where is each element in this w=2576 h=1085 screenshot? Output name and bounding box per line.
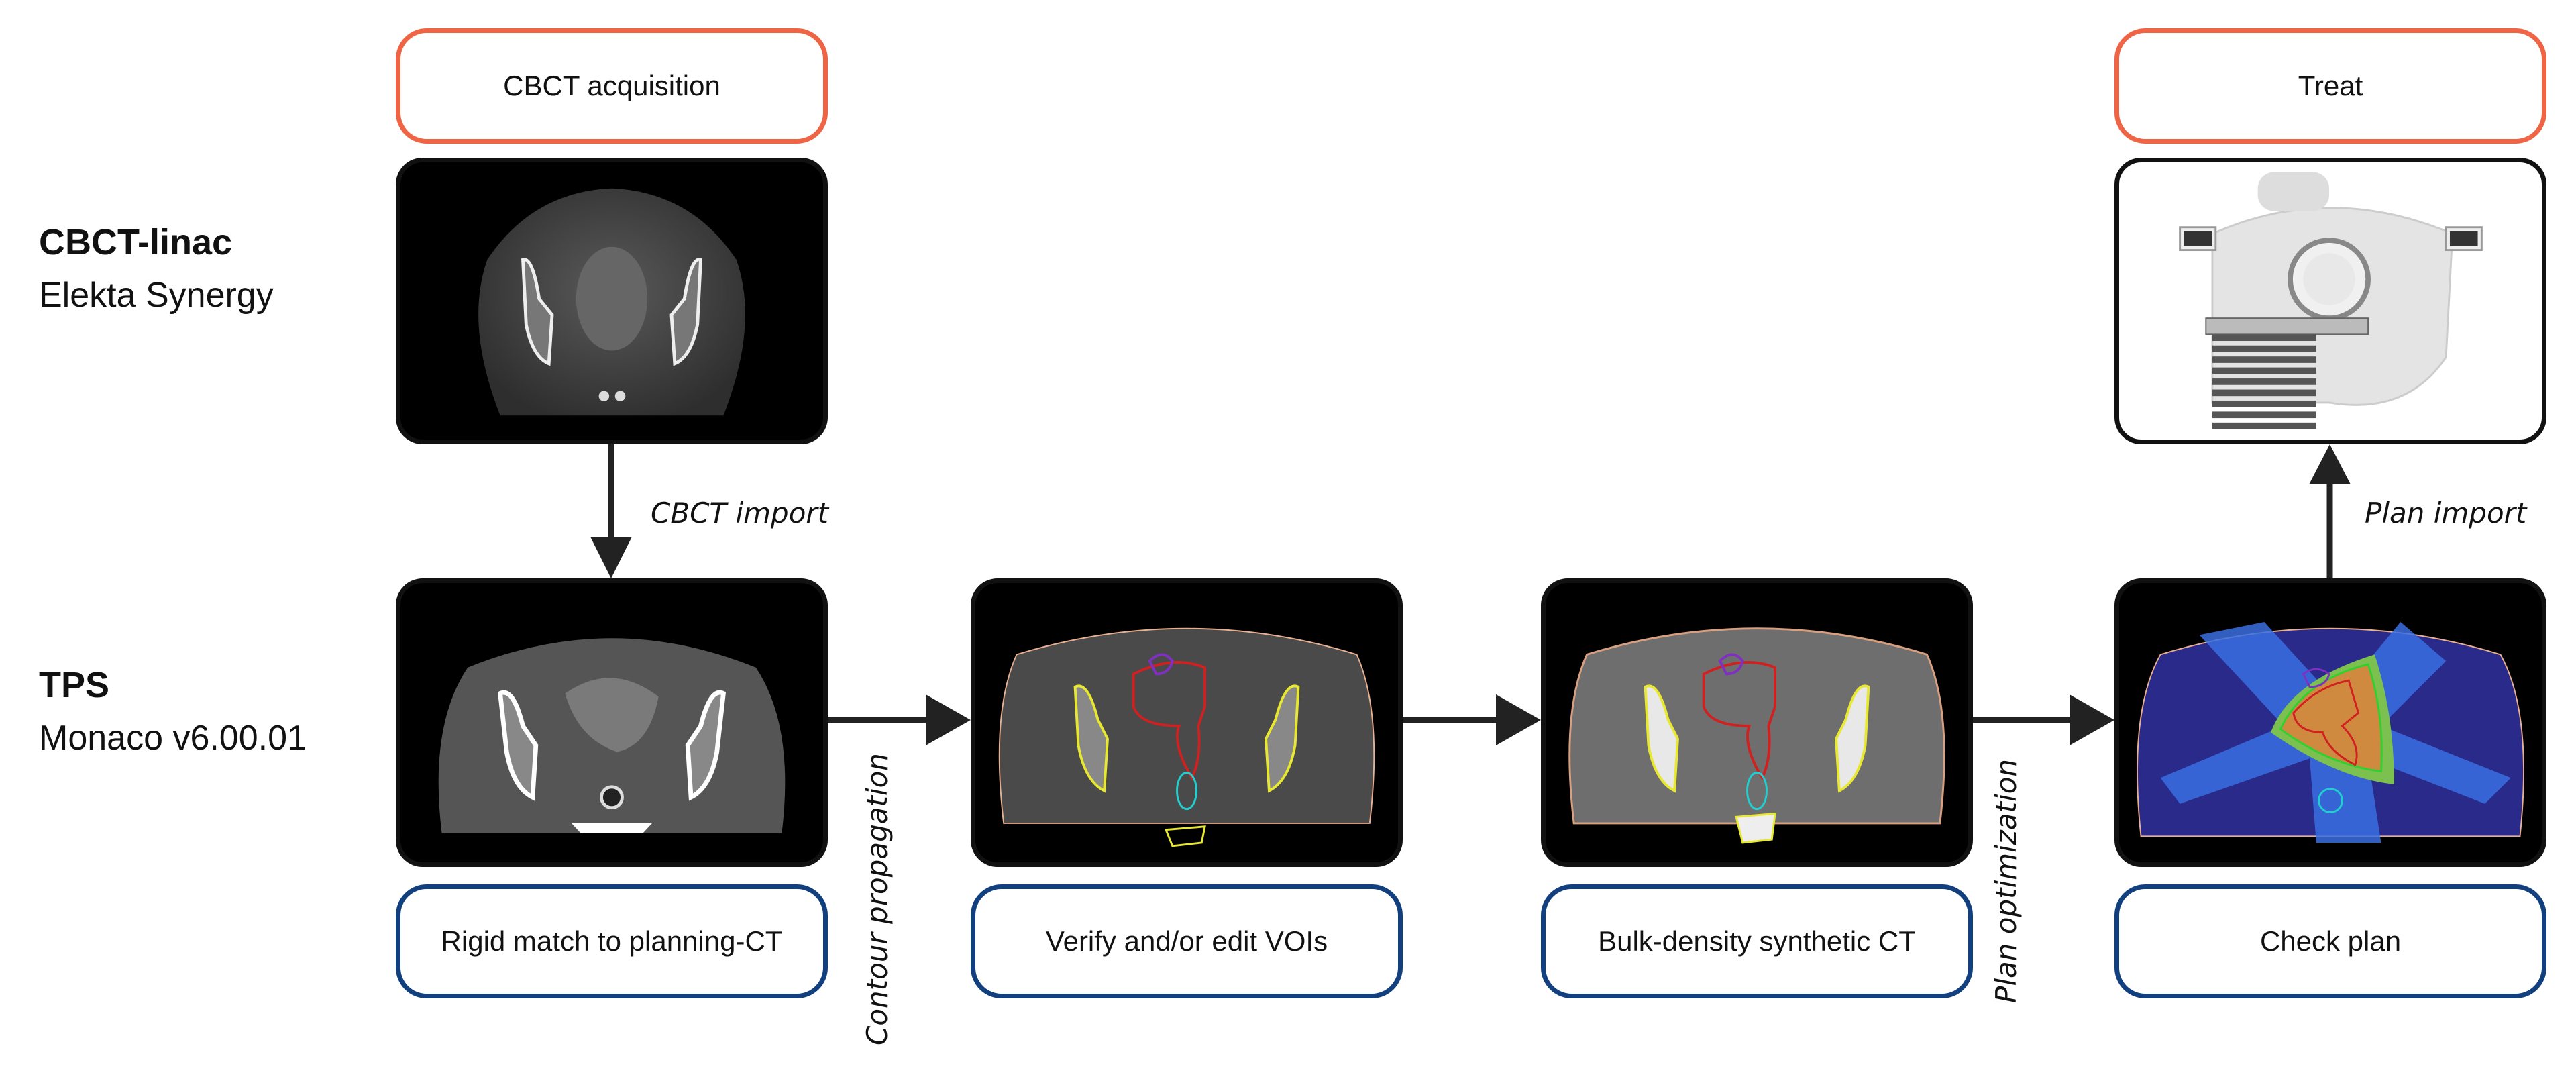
arrow-plan-import	[2309, 444, 2351, 578]
arrow-plan-synthetic	[1403, 694, 1541, 745]
arrow-plan-optimization	[1973, 694, 2114, 745]
edge-label-cbct-import: CBCT import	[651, 497, 829, 529]
arrow-cbct-import	[590, 444, 632, 578]
edge-label-plan-import: Plan import	[2365, 497, 2527, 529]
edge-label-plan-optimization: Plan optimization	[1990, 758, 2023, 1003]
arrow-contour-propagation	[828, 694, 971, 745]
edge-label-contour-propagation: Contour propagation	[861, 753, 894, 1045]
arrows-layer	[590, 444, 2351, 745]
